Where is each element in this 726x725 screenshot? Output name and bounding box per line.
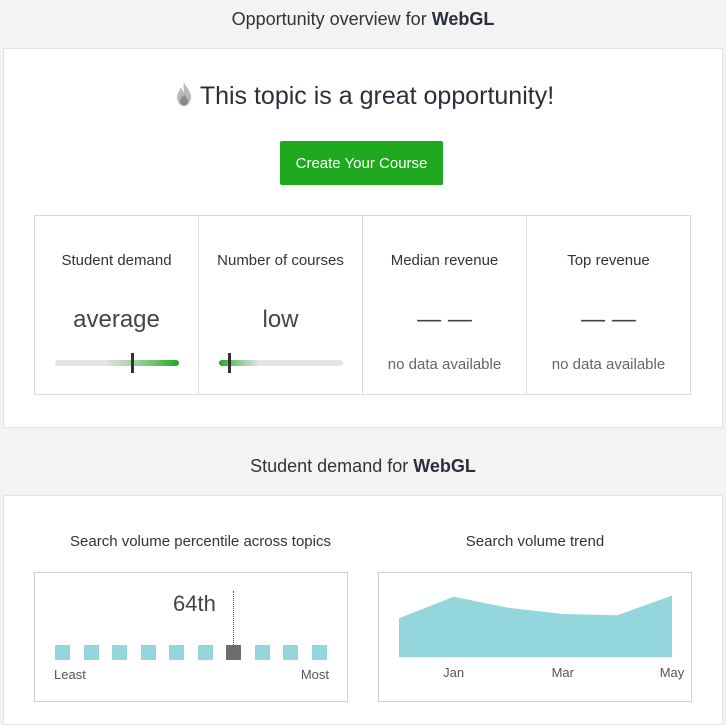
percentile-cell <box>83 645 99 660</box>
stat-student-demand: Student demand average <box>35 216 199 394</box>
percentile-cell <box>55 645 70 660</box>
stat-note: no data available <box>387 356 502 373</box>
trend-title: Search volume trend <box>465 533 605 550</box>
percentile-cell <box>311 645 327 660</box>
stat-label: Top revenue <box>567 252 650 269</box>
percentile-label: 64th <box>173 591 216 616</box>
fire-icon <box>176 82 191 106</box>
trend-chart: Jan Mar May <box>399 595 685 680</box>
overview-title: Opportunity overview for WebGL <box>0 9 726 30</box>
stat-label: Number of courses <box>217 252 344 269</box>
stat-label: Student demand <box>61 252 172 269</box>
percentile-scale-min: Least <box>54 667 86 682</box>
trend-x-tick-label: Mar <box>552 665 575 680</box>
demand-meter <box>55 353 179 373</box>
percentile-box: 64th Least Most <box>34 572 348 702</box>
create-course-button[interactable]: Create Your Course <box>280 141 443 185</box>
stat-value: — — <box>581 306 636 333</box>
demand-meter-marker <box>131 353 134 373</box>
percentile-indicator-line <box>233 591 234 649</box>
stat-median-revenue: Median revenue — — no data available <box>363 216 527 394</box>
demand-title-prefix: Student demand for <box>250 456 414 476</box>
percentile-cell <box>169 645 184 660</box>
demand-meter-fill <box>105 360 179 366</box>
stat-top-revenue: Top revenue — — no data available <box>527 216 690 394</box>
stat-value: — — <box>417 306 472 333</box>
percentile-cell <box>197 645 213 660</box>
courses-meter-marker <box>228 353 231 373</box>
trend-x-tick-label: May <box>660 665 685 680</box>
trend-area-series <box>399 595 672 657</box>
percentile-cell <box>140 645 156 660</box>
stat-number-of-courses: Number of courses low <box>199 216 363 394</box>
stat-value: average <box>73 306 160 333</box>
headline-text: This topic is a great opportunity! <box>199 82 555 110</box>
stats-panel: Student demand average Number of courses… <box>34 215 691 395</box>
headline: This topic is a great opportunity! <box>4 81 724 111</box>
percentile-cell <box>283 645 298 660</box>
overview-card: This topic is a great opportunity! Creat… <box>3 48 723 428</box>
percentile-scale-max: Most <box>300 667 329 682</box>
demand-title: Student demand for WebGL <box>0 456 726 477</box>
demand-card: Search volume percentile across topics S… <box>3 495 723 725</box>
stat-value: low <box>262 306 299 333</box>
percentile-cell <box>112 645 127 660</box>
trend-chart-box: Jan Mar May <box>378 572 692 702</box>
stat-label: Median revenue <box>390 252 499 269</box>
demand-topic: WebGL <box>413 456 476 476</box>
percentile-cell-active <box>226 645 241 660</box>
percentile-title: Search volume percentile across topics <box>70 533 331 550</box>
percentile-cell <box>254 645 270 660</box>
courses-meter <box>219 353 343 373</box>
courses-meter-fill <box>219 360 259 366</box>
trend-x-tick-label: Jan <box>443 665 464 680</box>
overview-title-prefix: Opportunity overview for <box>231 9 432 29</box>
stat-note: no data available <box>551 356 666 373</box>
overview-topic: WebGL <box>431 9 495 29</box>
